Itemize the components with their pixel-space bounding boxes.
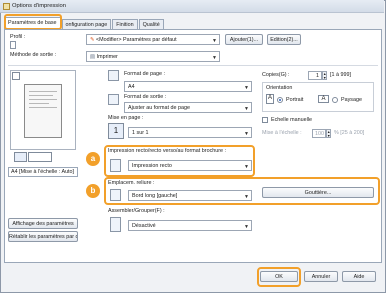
layout-view-icon[interactable] xyxy=(28,152,52,162)
page-size-label: Format de page : xyxy=(124,71,166,77)
page-layout-value: 1 sur 1 xyxy=(132,130,149,136)
preview-page xyxy=(24,84,62,138)
page-size-select[interactable]: A4 ▼ xyxy=(124,81,252,92)
tab-quality[interactable]: Qualité xyxy=(138,19,164,29)
output-method-label: Méthode de sortie : xyxy=(10,52,57,58)
printer-icon xyxy=(3,3,10,10)
cancel-button[interactable]: Annuler xyxy=(304,271,338,282)
duplex-select[interactable]: Impression recto ▼ xyxy=(128,160,252,171)
binding-label: Emplacem. reliure : xyxy=(108,180,155,186)
chevron-down-icon: ▼ xyxy=(244,164,249,170)
profile-label: Profil : xyxy=(10,34,26,40)
preview-toggle-icon[interactable] xyxy=(12,72,20,80)
chevron-down-icon: ▼ xyxy=(244,85,249,91)
callout-b-badge: b xyxy=(86,184,100,198)
output-size-select[interactable]: Ajuster au format de page ▼ xyxy=(124,102,252,113)
divider xyxy=(8,65,378,66)
preview-label: A4 [Mise à l'échelle : Auto] xyxy=(8,167,78,177)
add-profile-button[interactable]: Ajouter(1)... xyxy=(225,34,263,45)
manual-scaling-checkbox[interactable] xyxy=(262,117,268,123)
copies-input[interactable]: 1 xyxy=(308,71,322,80)
copies-stepper[interactable]: ▲ ▼ xyxy=(322,71,327,80)
profile-select[interactable]: ✎ <Modifier> Paramètres par défaut ▼ xyxy=(86,34,220,45)
duplex-label: Impression recto/recto verso/au format b… xyxy=(108,148,227,154)
window-title: Options d'impression xyxy=(12,3,66,9)
copies-range: [1 à 999] xyxy=(330,72,351,78)
binding-select[interactable]: Bord long [gauche] ▼ xyxy=(128,190,252,201)
landscape-icon: A xyxy=(318,95,329,103)
output-size-value: Ajuster au format de page xyxy=(128,105,191,111)
page-size-icon xyxy=(108,70,119,81)
orientation-label: Orientation xyxy=(266,85,293,91)
tab-finishing[interactable]: Finition xyxy=(112,19,138,29)
edit-profile-button[interactable]: Edition(2)... xyxy=(267,34,301,45)
output-method-value: Imprimer xyxy=(96,54,118,60)
callout-a-badge: a xyxy=(86,152,100,166)
restore-defaults-button[interactable]: Rétablir les paramètres par défaut xyxy=(8,231,78,242)
manual-scaling-label: Echelle manuelle xyxy=(271,117,313,123)
scaling-range: % [25 à 200] xyxy=(334,130,365,136)
landscape-radio[interactable] xyxy=(332,97,338,103)
copies-label: Copies(G) : xyxy=(262,72,290,78)
chevron-down-icon: ▼ xyxy=(212,55,217,61)
profile-value: <Modifier> Paramètres par défaut xyxy=(96,37,177,43)
ok-button[interactable]: OK xyxy=(260,271,298,282)
output-size-label: Format de sortie : xyxy=(124,94,167,100)
collate-label: Assembler/Grouper(F) : xyxy=(108,208,165,214)
output-method-select[interactable]: ▤ Imprimer ▼ xyxy=(86,51,220,62)
duplex-value: Impression recto xyxy=(132,163,172,169)
scaling-input[interactable]: 100 xyxy=(312,129,326,138)
show-settings-button[interactable]: Affichage des paramètres xyxy=(8,218,78,229)
landscape-label: Paysage xyxy=(341,97,362,103)
chevron-down-icon: ▼ xyxy=(244,224,249,230)
tab-highlight xyxy=(4,14,62,30)
chevron-down-icon: ▼ xyxy=(244,106,249,112)
portrait-icon: A xyxy=(266,94,274,104)
collate-select[interactable]: Désactivé ▼ xyxy=(128,220,252,231)
tab-page-setup[interactable]: onfiguration page xyxy=(61,19,112,29)
output-size-icon xyxy=(108,94,119,105)
gutter-button[interactable]: Gouttière... xyxy=(262,187,374,198)
collate-icon xyxy=(110,217,121,232)
profile-lock-icon xyxy=(10,41,16,49)
chevron-down-icon: ▼ xyxy=(244,194,249,200)
help-button[interactable]: Aide xyxy=(342,271,376,282)
portrait-label: Portrait xyxy=(286,97,304,103)
scaling-label: Mise à l'échelle : xyxy=(262,130,302,136)
page-layout-label: Mise en page : xyxy=(108,115,144,121)
binding-value: Bord long [gauche] xyxy=(132,193,178,199)
duplex-icon xyxy=(110,159,121,172)
scaling-stepper[interactable]: ▲ ▼ xyxy=(326,129,331,138)
binding-icon xyxy=(110,189,121,201)
page-size-value: A4 xyxy=(128,84,135,90)
page-layout-icon: 1 xyxy=(108,123,124,139)
collate-value: Désactivé xyxy=(132,223,156,229)
portrait-radio[interactable] xyxy=(277,97,283,103)
chevron-down-icon: ▼ xyxy=(212,38,217,44)
view-icon[interactable] xyxy=(14,152,27,162)
page-layout-select[interactable]: 1 sur 1 ▼ xyxy=(128,127,252,138)
chevron-down-icon: ▼ xyxy=(244,131,249,137)
